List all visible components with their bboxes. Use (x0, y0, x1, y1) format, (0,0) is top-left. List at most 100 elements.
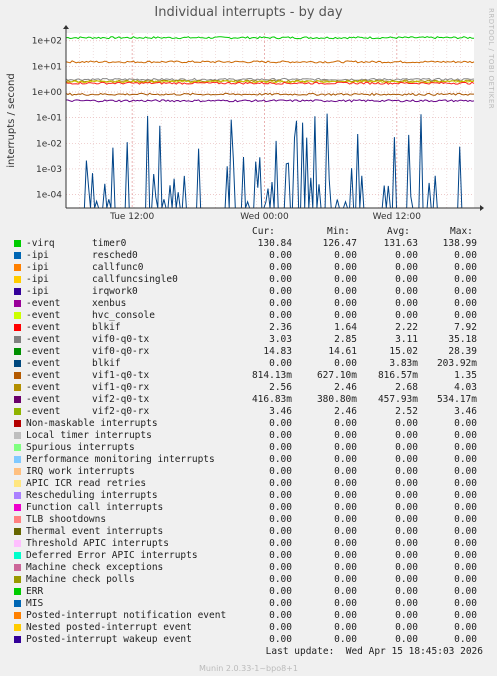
legend-min: 14.61 (328, 346, 357, 357)
legend-cur: 0.00 (269, 478, 292, 489)
legend-cur: 0.00 (269, 490, 292, 501)
legend-swatch (14, 240, 21, 247)
legend-row: Nested posted-interrupt event 0.00 0.00 0.0… (0, 622, 497, 634)
munin-version: Munin 2.0.33-1~bpo8+1 (199, 664, 298, 673)
legend-row: -ipi callfunc0 0.00 0.00 0.00 0.00 (0, 262, 497, 274)
legend-row: Posted-interrupt wakeup event 0.00 0.00 0.0… (0, 634, 497, 646)
legend-type: -event (26, 310, 61, 321)
legend-row: -event vif1-q0-rx 2.56 2.46 2.68 4.03 (0, 382, 497, 394)
legend-row: TLB shootdowns 0.00 0.00 0.00 0.00 (0, 514, 497, 526)
legend-min: 0.00 (334, 622, 357, 633)
legend-row: Rescheduling interrupts 0.00 0.00 0.00 0.00 (0, 490, 497, 502)
legend-avg: 0.00 (395, 502, 418, 513)
legend-min: 2.46 (334, 382, 357, 393)
legend-swatch (14, 528, 21, 535)
legend-min: 0.00 (334, 562, 357, 573)
legend-row: -event vif2-q0-rx 3.46 2.46 2.52 3.46 (0, 406, 497, 418)
legend-row: Posted-interrupt notification event 0.00 0… (0, 610, 497, 622)
legend-avg: 0.00 (395, 598, 418, 609)
legend-cur: 416.83m (251, 394, 292, 405)
legend-type: -event (26, 370, 61, 381)
legend-type: Machine check exceptions (26, 562, 164, 573)
header-cur: Cur: (252, 226, 275, 237)
legend-swatch (14, 264, 21, 271)
legend-cur: 0.00 (269, 586, 292, 597)
legend-cur: 0.00 (269, 562, 292, 573)
legend-max: 0.00 (454, 310, 477, 321)
legend-min: 0.00 (334, 430, 357, 441)
legend-swatch (14, 288, 21, 295)
legend-cur: 3.03 (269, 334, 292, 345)
legend-row: Spurious interrupts 0.00 0.00 0.00 0.00 (0, 442, 497, 454)
legend-avg: 0.00 (395, 442, 418, 453)
legend-min: 0.00 (334, 358, 357, 369)
header-avg: Avg: (387, 226, 410, 237)
legend-type: Posted-interrupt notification event (26, 610, 227, 621)
legend-swatch (14, 540, 21, 547)
legend-swatch (14, 504, 21, 511)
legend-max: 138.99 (442, 238, 477, 249)
legend-swatch (14, 636, 21, 643)
legend-cur: 2.56 (269, 382, 292, 393)
legend-row: Deferred Error APIC interrupts 0.00 0.00 0.… (0, 550, 497, 562)
legend-type: Local timer interrupts (26, 430, 152, 441)
legend-type: -event (26, 382, 61, 393)
legend-avg: 0.00 (395, 634, 418, 645)
legend-swatch (14, 372, 21, 379)
legend-avg: 0.00 (395, 490, 418, 501)
legend-swatch (14, 468, 21, 475)
legend-name: vif1-q0-rx (92, 382, 150, 393)
legend-avg: 0.00 (395, 526, 418, 537)
legend-swatch (14, 336, 21, 343)
legend-min: 0.00 (334, 634, 357, 645)
legend-max: 0.00 (454, 466, 477, 477)
legend-cur: 0.00 (269, 610, 292, 621)
legend-row: -event vif2-q0-tx 416.83m 380.80m 457.93m 534… (0, 394, 497, 406)
legend-avg: 0.00 (395, 514, 418, 525)
legend-avg: 2.22 (395, 322, 418, 333)
legend-type: Spurious interrupts (26, 442, 135, 453)
legend-avg: 0.00 (395, 550, 418, 561)
legend-cur: 0.00 (269, 310, 292, 321)
legend-min: 0.00 (334, 442, 357, 453)
x-tick-label: Tue 12:00 (109, 212, 154, 222)
legend-avg: 0.00 (395, 310, 418, 321)
legend-avg: 131.63 (383, 238, 418, 249)
legend-type: Nested posted-interrupt event (26, 622, 192, 633)
legend-avg: 0.00 (395, 274, 418, 285)
legend-swatch (14, 516, 21, 523)
legend-max: 0.00 (454, 250, 477, 261)
legend-cur: 0.00 (269, 526, 292, 537)
legend-max: 0.00 (454, 562, 477, 573)
legend-cur: 0.00 (269, 298, 292, 309)
legend-max: 0.00 (454, 262, 477, 273)
legend-name: callfunc0 (92, 262, 144, 273)
legend-type: Rescheduling interrupts (26, 490, 158, 501)
legend-min: 0.00 (334, 550, 357, 561)
legend-min: 1.64 (334, 322, 357, 333)
legend-row: -virq timer0 130.84 126.47 131.63 138.99 (0, 238, 497, 250)
legend-min: 0.00 (334, 538, 357, 549)
legend-cur: 2.36 (269, 322, 292, 333)
legend-avg: 0.00 (395, 298, 418, 309)
legend-swatch (14, 396, 21, 403)
legend-cur: 0.00 (269, 250, 292, 261)
legend-swatch (14, 588, 21, 595)
legend-type: MIS (26, 598, 44, 609)
legend-min: 0.00 (334, 610, 357, 621)
legend-row: -event vif1-q0-tx 814.13m 627.10m 816.57m 1.3… (0, 370, 497, 382)
legend-row: -ipi resched0 0.00 0.00 0.00 0.00 (0, 250, 497, 262)
y-axis-arrow (63, 25, 69, 29)
legend-avg: 0.00 (395, 562, 418, 573)
legend-type: -ipi (26, 274, 49, 285)
legend-avg: 0.00 (395, 586, 418, 597)
legend-type: ERR (26, 586, 44, 597)
y-tick-label: 1e+01 (32, 62, 62, 72)
legend-avg: 2.52 (395, 406, 418, 417)
legend-type: -event (26, 394, 61, 405)
legend-avg: 2.68 (395, 382, 418, 393)
legend-type: TLB shootdowns (26, 514, 107, 525)
legend-max: 4.03 (454, 382, 477, 393)
legend-avg: 0.00 (395, 454, 418, 465)
legend-row: MIS 0.00 0.00 0.00 0.00 (0, 598, 497, 610)
